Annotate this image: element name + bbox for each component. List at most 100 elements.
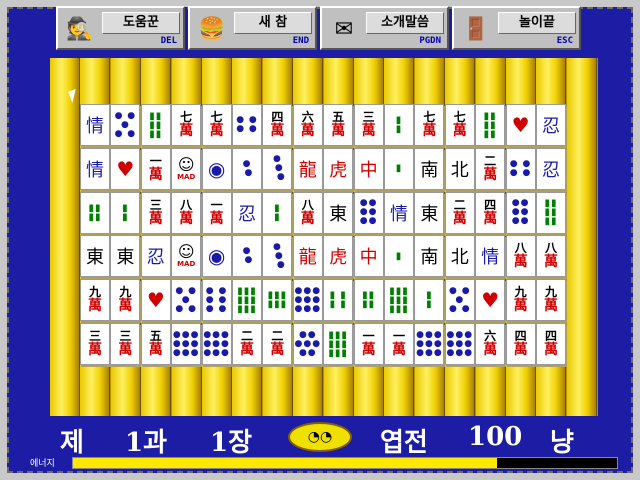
mahjong-tile[interactable]: 北: [444, 147, 475, 190]
mahjong-tile[interactable]: ☺ MAD: [171, 147, 202, 190]
mahjong-tile[interactable]: ◉: [201, 147, 232, 190]
mahjong-tile[interactable]: 三萬: [353, 104, 384, 146]
mahjong-tile[interactable]: ▮▮ ▮▮: [80, 191, 110, 234]
mahjong-tile[interactable]: ◉: [201, 235, 232, 278]
mahjong-tile[interactable]: 八萬: [171, 191, 202, 234]
mahjong-tile[interactable]: ●●● ●●● ●●●: [201, 323, 232, 365]
mahjong-tile[interactable]: 九萬: [505, 279, 536, 322]
mahjong-tile[interactable]: 東: [323, 191, 354, 234]
mahjong-tile[interactable]: ▮▮▮ ▮▮▮ ▮▮▮: [323, 323, 354, 365]
help-button[interactable]: 🕵 도움꾼 DEL: [56, 6, 185, 50]
mahjong-tile[interactable]: ▮ ▮: [414, 279, 445, 322]
mahjong-tile[interactable]: ●●● ●●● ●●●: [292, 279, 323, 322]
mahjong-tile[interactable]: 一萬: [140, 147, 171, 190]
mahjong-tile[interactable]: ●● ●● ●●: [505, 191, 536, 234]
mahjong-tile[interactable]: 北: [444, 235, 475, 278]
mahjong-tile[interactable]: 一萬: [353, 323, 384, 365]
mahjong-tile[interactable]: 龍: [292, 235, 323, 278]
exit-button[interactable]: 🚪 놀이끝 ESC: [452, 6, 581, 50]
mahjong-tile[interactable]: ▮▮ ▮▮ ▮▮: [536, 191, 566, 234]
smiley-face-icon[interactable]: ◔◔: [288, 422, 352, 452]
mahjong-tile[interactable]: ▮ ▮ ▮ ▮: [323, 279, 354, 322]
mahjong-tile[interactable]: 中: [353, 147, 384, 190]
mahjong-tile[interactable]: 八萬: [292, 191, 323, 234]
mahjong-tile[interactable]: 忍: [140, 235, 171, 278]
mahjong-tile[interactable]: 忍: [536, 104, 566, 146]
mahjong-tile[interactable]: 二萬: [444, 191, 475, 234]
mahjong-tile[interactable]: 三萬: [110, 323, 141, 365]
mahjong-tile[interactable]: 三萬: [80, 323, 110, 365]
mahjong-tile[interactable]: 九萬: [536, 279, 566, 322]
new-button[interactable]: 🍔 새 참 END: [188, 6, 317, 50]
mahjong-tile[interactable]: ● ● ●: [262, 147, 293, 190]
mahjong-tile[interactable]: 七萬: [171, 104, 202, 146]
mahjong-tile[interactable]: 東: [414, 191, 445, 234]
mahjong-tile[interactable]: ● ● ● ● ●: [444, 279, 475, 322]
mahjong-tile[interactable]: 忍: [232, 191, 262, 234]
mahjong-tile[interactable]: ▮ ▮: [110, 191, 141, 234]
mahjong-tile[interactable]: ▮▮ ▮▮ ▮▮: [475, 104, 506, 146]
mahjong-tile[interactable]: ●●● ●●● ●●●: [444, 323, 475, 365]
mahjong-tile[interactable]: ♥: [505, 104, 536, 146]
mahjong-tile[interactable]: 八萬: [536, 235, 566, 278]
mahjong-tile[interactable]: 情: [80, 147, 110, 190]
mahjong-tile[interactable]: ●● ●● ●●: [353, 191, 384, 234]
mahjong-tile[interactable]: 四萬: [536, 323, 566, 365]
mahjong-tile[interactable]: 中: [353, 235, 384, 278]
mahjong-tile[interactable]: ● ● ● ● ● ●: [201, 279, 232, 322]
mahjong-tile[interactable]: ▮▮▮ ▮▮▮ ▮▮▮: [384, 279, 414, 322]
mahjong-tile[interactable]: 九萬: [80, 279, 110, 322]
mahjong-tile[interactable]: 忍: [536, 147, 566, 190]
mahjong-tile[interactable]: ♥: [110, 147, 141, 190]
mahjong-tile[interactable]: ● ● ● ● ●: [171, 279, 202, 322]
mahjong-tile[interactable]: 四萬: [475, 191, 506, 234]
mahjong-tile[interactable]: 二萬: [232, 323, 262, 365]
mahjong-tile[interactable]: 一萬: [384, 323, 414, 365]
mahjong-tile[interactable]: ▮▮▮ ▮▮▮: [262, 279, 293, 322]
mahjong-tile[interactable]: ●●● ●●● ●●●: [414, 323, 445, 365]
mahjong-tile[interactable]: 七萬: [201, 104, 232, 146]
mahjong-tile[interactable]: 五萬: [323, 104, 354, 146]
intro-button[interactable]: ✉ 소개말씀 PGDN: [320, 6, 449, 50]
mahjong-tile[interactable]: 情: [80, 104, 110, 146]
mahjong-tile[interactable]: ▮▮ ▮▮ ▮▮: [140, 104, 171, 146]
mahjong-tile[interactable]: ♥: [475, 279, 506, 322]
mahjong-tile[interactable]: 龍: [292, 147, 323, 190]
mahjong-tile[interactable]: 東: [80, 235, 110, 278]
mahjong-tile[interactable]: 六萬: [475, 323, 506, 365]
mahjong-tile[interactable]: 九萬: [110, 279, 141, 322]
mahjong-tile[interactable]: ♥: [140, 279, 171, 322]
mahjong-tile[interactable]: 六萬: [292, 104, 323, 146]
mahjong-tile[interactable]: 二萬: [475, 147, 506, 190]
mahjong-tile[interactable]: 南: [414, 235, 445, 278]
mahjong-tile[interactable]: 五萬: [140, 323, 171, 365]
mahjong-tile[interactable]: ▮ ▮: [384, 104, 414, 146]
mahjong-tile[interactable]: 東: [110, 235, 141, 278]
mahjong-tile[interactable]: ● ● ●: [262, 235, 293, 278]
mahjong-tile[interactable]: ● ● ● ● ●: [110, 104, 141, 146]
mahjong-tile[interactable]: 情: [384, 191, 414, 234]
mahjong-tile[interactable]: 情: [475, 235, 506, 278]
mahjong-tile[interactable]: ● ●: [232, 147, 262, 190]
mahjong-tile[interactable]: 二萬: [262, 323, 293, 365]
mahjong-tile[interactable]: ● ●: [232, 235, 262, 278]
mahjong-tile[interactable]: ☺ MAD: [171, 235, 202, 278]
mahjong-tile[interactable]: 四萬: [262, 104, 293, 146]
mahjong-tile[interactable]: ●●● ●●● ●●●: [171, 323, 202, 365]
mahjong-tile[interactable]: ▮ ▮: [262, 191, 293, 234]
mahjong-tile[interactable]: 虎: [323, 147, 354, 190]
mahjong-tile[interactable]: 七萬: [414, 104, 445, 146]
mahjong-tile[interactable]: 八萬: [505, 235, 536, 278]
mahjong-tile[interactable]: 一萬: [201, 191, 232, 234]
mahjong-tile[interactable]: ● ● ● ●: [505, 147, 536, 190]
mahjong-tile[interactable]: 南: [414, 147, 445, 190]
mahjong-tile[interactable]: ▮▮ ▮▮: [353, 279, 384, 322]
mahjong-tile[interactable]: 四萬: [505, 323, 536, 365]
mahjong-tile[interactable]: 三萬: [140, 191, 171, 234]
mahjong-tile[interactable]: 虎: [323, 235, 354, 278]
mahjong-tile[interactable]: ●● ●●● ●●: [292, 323, 323, 365]
mahjong-tile[interactable]: ● ● ● ●: [232, 104, 262, 146]
mahjong-tile[interactable]: ▮: [384, 235, 414, 278]
mahjong-tile[interactable]: ▮▮▮ ▮▮▮ ▮▮▮: [232, 279, 262, 322]
mahjong-tile[interactable]: 七萬: [444, 104, 475, 146]
